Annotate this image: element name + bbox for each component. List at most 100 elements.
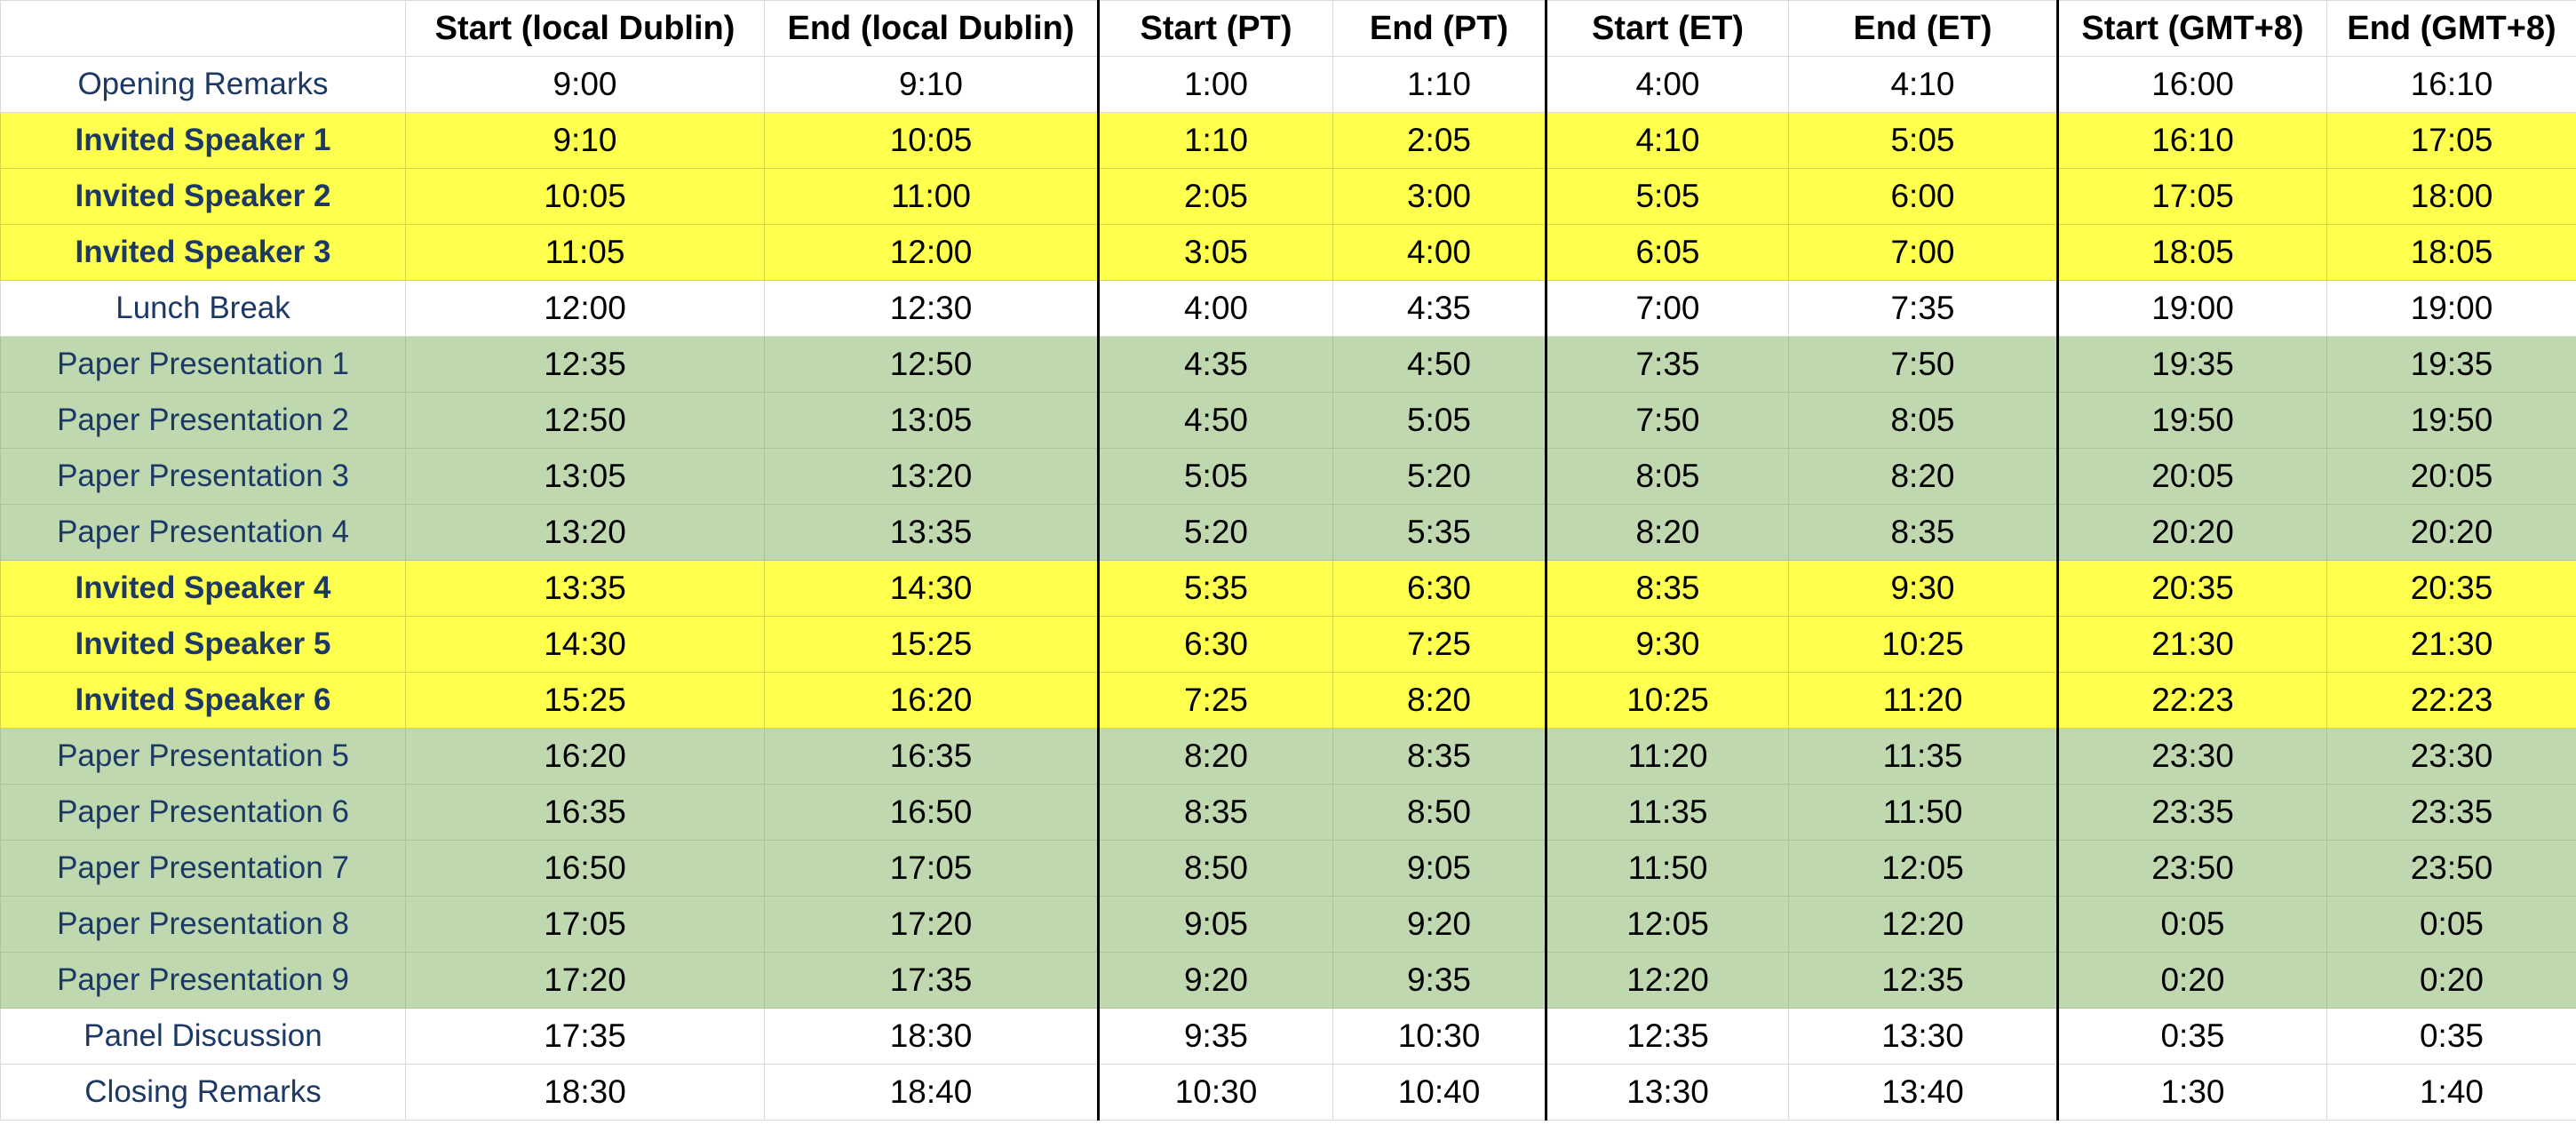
time-cell[interactable]: 16:20 (405, 728, 765, 785)
time-cell[interactable]: 20:20 (2326, 504, 2576, 561)
time-cell[interactable]: 21:30 (2056, 616, 2327, 673)
time-cell[interactable]: 10:40 (1332, 1064, 1546, 1121)
time-cell[interactable]: 19:00 (2326, 280, 2576, 337)
time-cell[interactable]: 23:50 (2056, 840, 2327, 897)
time-cell[interactable]: 18:40 (764, 1064, 1099, 1121)
time-cell[interactable]: 15:25 (764, 616, 1099, 673)
session-label-cell[interactable]: Paper Presentation 2 (0, 392, 406, 449)
time-cell[interactable]: 22:23 (2326, 672, 2576, 729)
time-cell[interactable]: 7:25 (1097, 672, 1333, 729)
time-cell[interactable]: 8:05 (1545, 448, 1789, 505)
time-cell[interactable]: 20:20 (2056, 504, 2327, 561)
time-cell[interactable]: 9:00 (405, 56, 765, 113)
time-cell[interactable]: 13:30 (1788, 1008, 2058, 1065)
header-start-dublin[interactable]: Start (local Dublin) (405, 0, 765, 57)
time-cell[interactable]: 12:35 (1788, 952, 2058, 1009)
time-cell[interactable]: 9:05 (1097, 896, 1333, 953)
time-cell[interactable]: 9:20 (1097, 952, 1333, 1009)
time-cell[interactable]: 17:20 (405, 952, 765, 1009)
time-cell[interactable]: 18:05 (2326, 224, 2576, 281)
time-cell[interactable]: 20:05 (2056, 448, 2327, 505)
time-cell[interactable]: 12:30 (764, 280, 1099, 337)
time-cell[interactable]: 16:10 (2326, 56, 2576, 113)
time-cell[interactable]: 22:23 (2056, 672, 2327, 729)
time-cell[interactable]: 10:25 (1788, 616, 2058, 673)
time-cell[interactable]: 6:00 (1788, 168, 2058, 225)
time-cell[interactable]: 11:35 (1545, 784, 1789, 841)
time-cell[interactable]: 16:10 (2056, 112, 2327, 169)
time-cell[interactable]: 18:05 (2056, 224, 2327, 281)
time-cell[interactable]: 9:35 (1097, 1008, 1333, 1065)
session-label-cell[interactable]: Panel Discussion (0, 1008, 406, 1065)
time-cell[interactable]: 18:30 (764, 1008, 1099, 1065)
time-cell[interactable]: 8:20 (1545, 504, 1789, 561)
time-cell[interactable]: 8:20 (1332, 672, 1546, 729)
time-cell[interactable]: 4:10 (1545, 112, 1789, 169)
header-end-pt[interactable]: End (PT) (1332, 0, 1546, 57)
session-label-cell[interactable]: Invited Speaker 1 (0, 112, 406, 169)
time-cell[interactable]: 11:35 (1788, 728, 2058, 785)
time-cell[interactable]: 20:35 (2326, 560, 2576, 617)
time-cell[interactable]: 17:35 (405, 1008, 765, 1065)
time-cell[interactable]: 3:00 (1332, 168, 1546, 225)
time-cell[interactable]: 12:05 (1545, 896, 1789, 953)
time-cell[interactable]: 19:35 (2056, 336, 2327, 393)
time-cell[interactable]: 7:35 (1788, 280, 2058, 337)
time-cell[interactable]: 12:50 (405, 392, 765, 449)
time-cell[interactable]: 7:50 (1788, 336, 2058, 393)
time-cell[interactable]: 1:40 (2326, 1064, 2576, 1121)
time-cell[interactable]: 16:35 (405, 784, 765, 841)
time-cell[interactable]: 1:10 (1332, 56, 1546, 113)
time-cell[interactable]: 0:20 (2326, 952, 2576, 1009)
time-cell[interactable]: 11:50 (1788, 784, 2058, 841)
time-cell[interactable]: 0:05 (2056, 896, 2327, 953)
session-label-cell[interactable]: Paper Presentation 7 (0, 840, 406, 897)
time-cell[interactable]: 9:30 (1788, 560, 2058, 617)
time-cell[interactable]: 8:35 (1788, 504, 2058, 561)
session-label-cell[interactable]: Paper Presentation 3 (0, 448, 406, 505)
time-cell[interactable]: 23:30 (2326, 728, 2576, 785)
time-cell[interactable]: 4:00 (1545, 56, 1789, 113)
session-label-cell[interactable]: Invited Speaker 3 (0, 224, 406, 281)
time-cell[interactable]: 7:25 (1332, 616, 1546, 673)
time-cell[interactable]: 17:05 (2056, 168, 2327, 225)
time-cell[interactable]: 4:50 (1332, 336, 1546, 393)
time-cell[interactable]: 11:00 (764, 168, 1099, 225)
time-cell[interactable]: 9:10 (764, 56, 1099, 113)
time-cell[interactable]: 18:00 (2326, 168, 2576, 225)
session-label-cell[interactable]: Invited Speaker 4 (0, 560, 406, 617)
time-cell[interactable]: 4:35 (1332, 280, 1546, 337)
time-cell[interactable]: 6:30 (1332, 560, 1546, 617)
time-cell[interactable]: 8:35 (1332, 728, 1546, 785)
time-cell[interactable]: 12:35 (1545, 1008, 1789, 1065)
time-cell[interactable]: 7:35 (1545, 336, 1789, 393)
time-cell[interactable]: 5:05 (1097, 448, 1333, 505)
time-cell[interactable]: 10:05 (405, 168, 765, 225)
time-cell[interactable]: 0:20 (2056, 952, 2327, 1009)
session-label-cell[interactable]: Invited Speaker 5 (0, 616, 406, 673)
time-cell[interactable]: 3:05 (1097, 224, 1333, 281)
time-cell[interactable]: 19:50 (2326, 392, 2576, 449)
time-cell[interactable]: 17:05 (2326, 112, 2576, 169)
time-cell[interactable]: 16:20 (764, 672, 1099, 729)
time-cell[interactable]: 20:05 (2326, 448, 2576, 505)
time-cell[interactable]: 10:05 (764, 112, 1099, 169)
time-cell[interactable]: 19:35 (2326, 336, 2576, 393)
time-cell[interactable]: 9:35 (1332, 952, 1546, 1009)
time-cell[interactable]: 0:35 (2056, 1008, 2327, 1065)
time-cell[interactable]: 17:20 (764, 896, 1099, 953)
time-cell[interactable]: 10:30 (1097, 1064, 1333, 1121)
time-cell[interactable]: 12:50 (764, 336, 1099, 393)
time-cell[interactable]: 21:30 (2326, 616, 2576, 673)
time-cell[interactable]: 2:05 (1332, 112, 1546, 169)
time-cell[interactable]: 9:10 (405, 112, 765, 169)
time-cell[interactable]: 8:20 (1788, 448, 2058, 505)
time-cell[interactable]: 8:35 (1545, 560, 1789, 617)
session-label-cell[interactable]: Paper Presentation 8 (0, 896, 406, 953)
time-cell[interactable]: 1:10 (1097, 112, 1333, 169)
header-end-dublin[interactable]: End (local Dublin) (764, 0, 1099, 57)
header-corner-cell[interactable] (0, 0, 406, 57)
header-end-et[interactable]: End (ET) (1788, 0, 2058, 57)
time-cell[interactable]: 11:05 (405, 224, 765, 281)
time-cell[interactable]: 12:20 (1788, 896, 2058, 953)
